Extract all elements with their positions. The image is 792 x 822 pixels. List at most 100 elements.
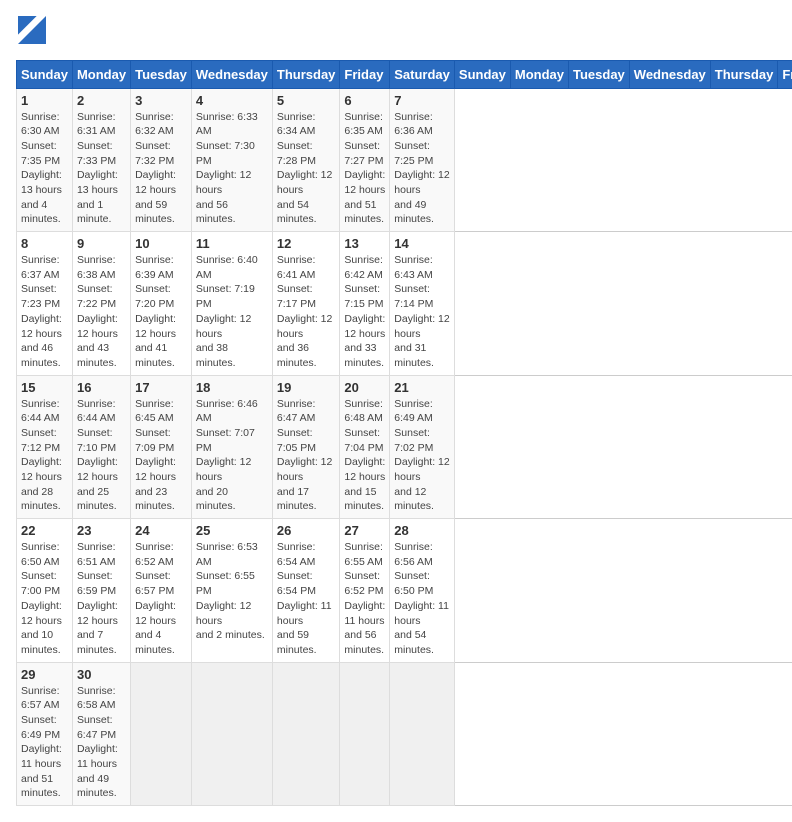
- day-detail: Sunrise: 6:40 AMSunset: 7:19 PMDaylight:…: [196, 253, 268, 371]
- day-number: 20: [344, 380, 385, 395]
- day-cell: 23 Sunrise: 6:51 AMSunset: 6:59 PMDayligh…: [72, 519, 130, 663]
- day-detail: Sunrise: 6:57 AMSunset: 6:49 PMDaylight:…: [21, 684, 68, 802]
- day-detail: Sunrise: 6:46 AMSunset: 7:07 PMDaylight:…: [196, 397, 268, 515]
- day-cell: 22Sunrise: 6:50 AMSunset: 7:00 PMDayligh…: [17, 519, 73, 663]
- column-header-thursday: Thursday: [710, 60, 778, 88]
- day-detail: Sunrise: 6:45 AMSunset: 7:09 PMDaylight:…: [135, 397, 187, 515]
- day-number: 15: [21, 380, 68, 395]
- day-number: 1: [21, 93, 68, 108]
- column-header-tuesday: Tuesday: [569, 60, 630, 88]
- day-number: 30: [77, 667, 126, 682]
- day-cell: 25Sunrise: 6:53 AMSunset: 6:55 PMDayligh…: [191, 519, 272, 663]
- week-row-4: 22Sunrise: 6:50 AMSunset: 7:00 PMDayligh…: [17, 519, 792, 663]
- day-detail: Sunrise: 6:52 AMSunset: 6:57 PMDaylight:…: [135, 540, 187, 658]
- day-number: 8: [21, 236, 68, 251]
- day-detail: Sunrise: 6:43 AMSunset: 7:14 PMDaylight:…: [394, 253, 450, 371]
- day-cell: 5 Sunrise: 6:34 AMSunset: 7:28 PMDaylight…: [272, 88, 340, 232]
- day-detail: Sunrise: 6:49 AMSunset: 7:02 PMDaylight:…: [394, 397, 450, 515]
- week-row-2: 8 Sunrise: 6:37 AMSunset: 7:23 PMDaylight…: [17, 232, 792, 376]
- day-cell: 8 Sunrise: 6:37 AMSunset: 7:23 PMDaylight…: [17, 232, 73, 376]
- day-detail: Sunrise: 6:44 AMSunset: 7:10 PMDaylight:…: [77, 397, 126, 515]
- day-cell: 3 Sunrise: 6:32 AMSunset: 7:32 PMDaylight…: [131, 88, 192, 232]
- day-detail: Sunrise: 6:54 AMSunset: 6:54 PMDaylight:…: [277, 540, 336, 658]
- day-number: 27: [344, 523, 385, 538]
- column-header-saturday: Saturday: [390, 60, 455, 88]
- day-cell: [272, 662, 340, 806]
- day-detail: Sunrise: 6:44 AMSunset: 7:12 PMDaylight:…: [21, 397, 68, 515]
- column-header-sunday: Sunday: [454, 60, 510, 88]
- column-header-wednesday: Wednesday: [191, 60, 272, 88]
- day-number: 22: [21, 523, 68, 538]
- day-cell: 15 Sunrise: 6:44 AMSunset: 7:12 PMDayligh…: [17, 375, 73, 519]
- column-header-monday: Monday: [72, 60, 130, 88]
- day-number: 9: [77, 236, 126, 251]
- day-cell: 6Sunrise: 6:35 AMSunset: 7:27 PMDaylight…: [340, 88, 390, 232]
- day-detail: Sunrise: 6:36 AMSunset: 7:25 PMDaylight:…: [394, 110, 450, 228]
- day-cell: [131, 662, 192, 806]
- day-number: 21: [394, 380, 450, 395]
- day-detail: Sunrise: 6:32 AMSunset: 7:32 PMDaylight:…: [135, 110, 187, 228]
- day-cell: 17 Sunrise: 6:45 AMSunset: 7:09 PMDayligh…: [131, 375, 192, 519]
- day-cell: 19 Sunrise: 6:47 AMSunset: 7:05 PMDayligh…: [272, 375, 340, 519]
- day-number: 6: [344, 93, 385, 108]
- page-header: [16, 16, 776, 50]
- day-detail: Sunrise: 6:48 AMSunset: 7:04 PMDaylight:…: [344, 397, 385, 515]
- day-detail: Sunrise: 6:51 AMSunset: 6:59 PMDaylight:…: [77, 540, 126, 658]
- day-number: 17: [135, 380, 187, 395]
- day-cell: 2 Sunrise: 6:31 AMSunset: 7:33 PMDaylight…: [72, 88, 130, 232]
- calendar-header-row: SundayMondayTuesdayWednesdayThursdayFrid…: [17, 60, 792, 88]
- column-header-friday: Friday: [778, 60, 792, 88]
- day-number: 5: [277, 93, 336, 108]
- day-number: 28: [394, 523, 450, 538]
- day-number: 12: [277, 236, 336, 251]
- logo-icon: [18, 16, 46, 44]
- day-cell: 4Sunrise: 6:33 AMSunset: 7:30 PMDaylight…: [191, 88, 272, 232]
- day-number: 13: [344, 236, 385, 251]
- day-cell: 29 Sunrise: 6:57 AMSunset: 6:49 PMDayligh…: [17, 662, 73, 806]
- day-cell: 13 Sunrise: 6:42 AMSunset: 7:15 PMDayligh…: [340, 232, 390, 376]
- day-cell: 11 Sunrise: 6:40 AMSunset: 7:19 PMDayligh…: [191, 232, 272, 376]
- day-detail: Sunrise: 6:47 AMSunset: 7:05 PMDaylight:…: [277, 397, 336, 515]
- column-header-monday: Monday: [510, 60, 568, 88]
- day-cell: 26 Sunrise: 6:54 AMSunset: 6:54 PMDayligh…: [272, 519, 340, 663]
- day-number: 19: [277, 380, 336, 395]
- day-cell: 30 Sunrise: 6:58 AMSunset: 6:47 PMDayligh…: [72, 662, 130, 806]
- day-detail: Sunrise: 6:33 AMSunset: 7:30 PMDaylight:…: [196, 110, 268, 228]
- week-row-5: 29 Sunrise: 6:57 AMSunset: 6:49 PMDayligh…: [17, 662, 792, 806]
- day-number: 18: [196, 380, 268, 395]
- day-number: 2: [77, 93, 126, 108]
- day-detail: Sunrise: 6:31 AMSunset: 7:33 PMDaylight:…: [77, 110, 126, 228]
- day-detail: Sunrise: 6:39 AMSunset: 7:20 PMDaylight:…: [135, 253, 187, 371]
- day-detail: Sunrise: 6:42 AMSunset: 7:15 PMDaylight:…: [344, 253, 385, 371]
- day-detail: Sunrise: 6:56 AMSunset: 6:50 PMDaylight:…: [394, 540, 450, 658]
- day-cell: 16Sunrise: 6:44 AMSunset: 7:10 PMDayligh…: [72, 375, 130, 519]
- day-cell: 20 Sunrise: 6:48 AMSunset: 7:04 PMDayligh…: [340, 375, 390, 519]
- logo: [16, 16, 46, 50]
- day-detail: Sunrise: 6:34 AMSunset: 7:28 PMDaylight:…: [277, 110, 336, 228]
- week-row-3: 15 Sunrise: 6:44 AMSunset: 7:12 PMDayligh…: [17, 375, 792, 519]
- day-number: 3: [135, 93, 187, 108]
- day-number: 7: [394, 93, 450, 108]
- day-cell: 21 Sunrise: 6:49 AMSunset: 7:02 PMDayligh…: [390, 375, 455, 519]
- day-detail: Sunrise: 6:58 AMSunset: 6:47 PMDaylight:…: [77, 684, 126, 802]
- day-number: 11: [196, 236, 268, 251]
- day-cell: 18 Sunrise: 6:46 AMSunset: 7:07 PMDayligh…: [191, 375, 272, 519]
- column-header-tuesday: Tuesday: [131, 60, 192, 88]
- day-cell: 14Sunrise: 6:43 AMSunset: 7:14 PMDayligh…: [390, 232, 455, 376]
- day-cell: 7 Sunrise: 6:36 AMSunset: 7:25 PMDaylight…: [390, 88, 455, 232]
- column-header-friday: Friday: [340, 60, 390, 88]
- day-number: 26: [277, 523, 336, 538]
- day-cell: 1Sunrise: 6:30 AMSunset: 7:35 PMDaylight…: [17, 88, 73, 232]
- day-cell: 27Sunrise: 6:55 AMSunset: 6:52 PMDayligh…: [340, 519, 390, 663]
- week-row-1: 1Sunrise: 6:30 AMSunset: 7:35 PMDaylight…: [17, 88, 792, 232]
- day-number: 29: [21, 667, 68, 682]
- column-header-sunday: Sunday: [17, 60, 73, 88]
- day-cell: [390, 662, 455, 806]
- day-number: 25: [196, 523, 268, 538]
- day-cell: 28 Sunrise: 6:56 AMSunset: 6:50 PMDayligh…: [390, 519, 455, 663]
- calendar-table: SundayMondayTuesdayWednesdayThursdayFrid…: [16, 60, 792, 807]
- day-number: 24: [135, 523, 187, 538]
- day-number: 23: [77, 523, 126, 538]
- day-detail: Sunrise: 6:37 AMSunset: 7:23 PMDaylight:…: [21, 253, 68, 371]
- day-cell: [340, 662, 390, 806]
